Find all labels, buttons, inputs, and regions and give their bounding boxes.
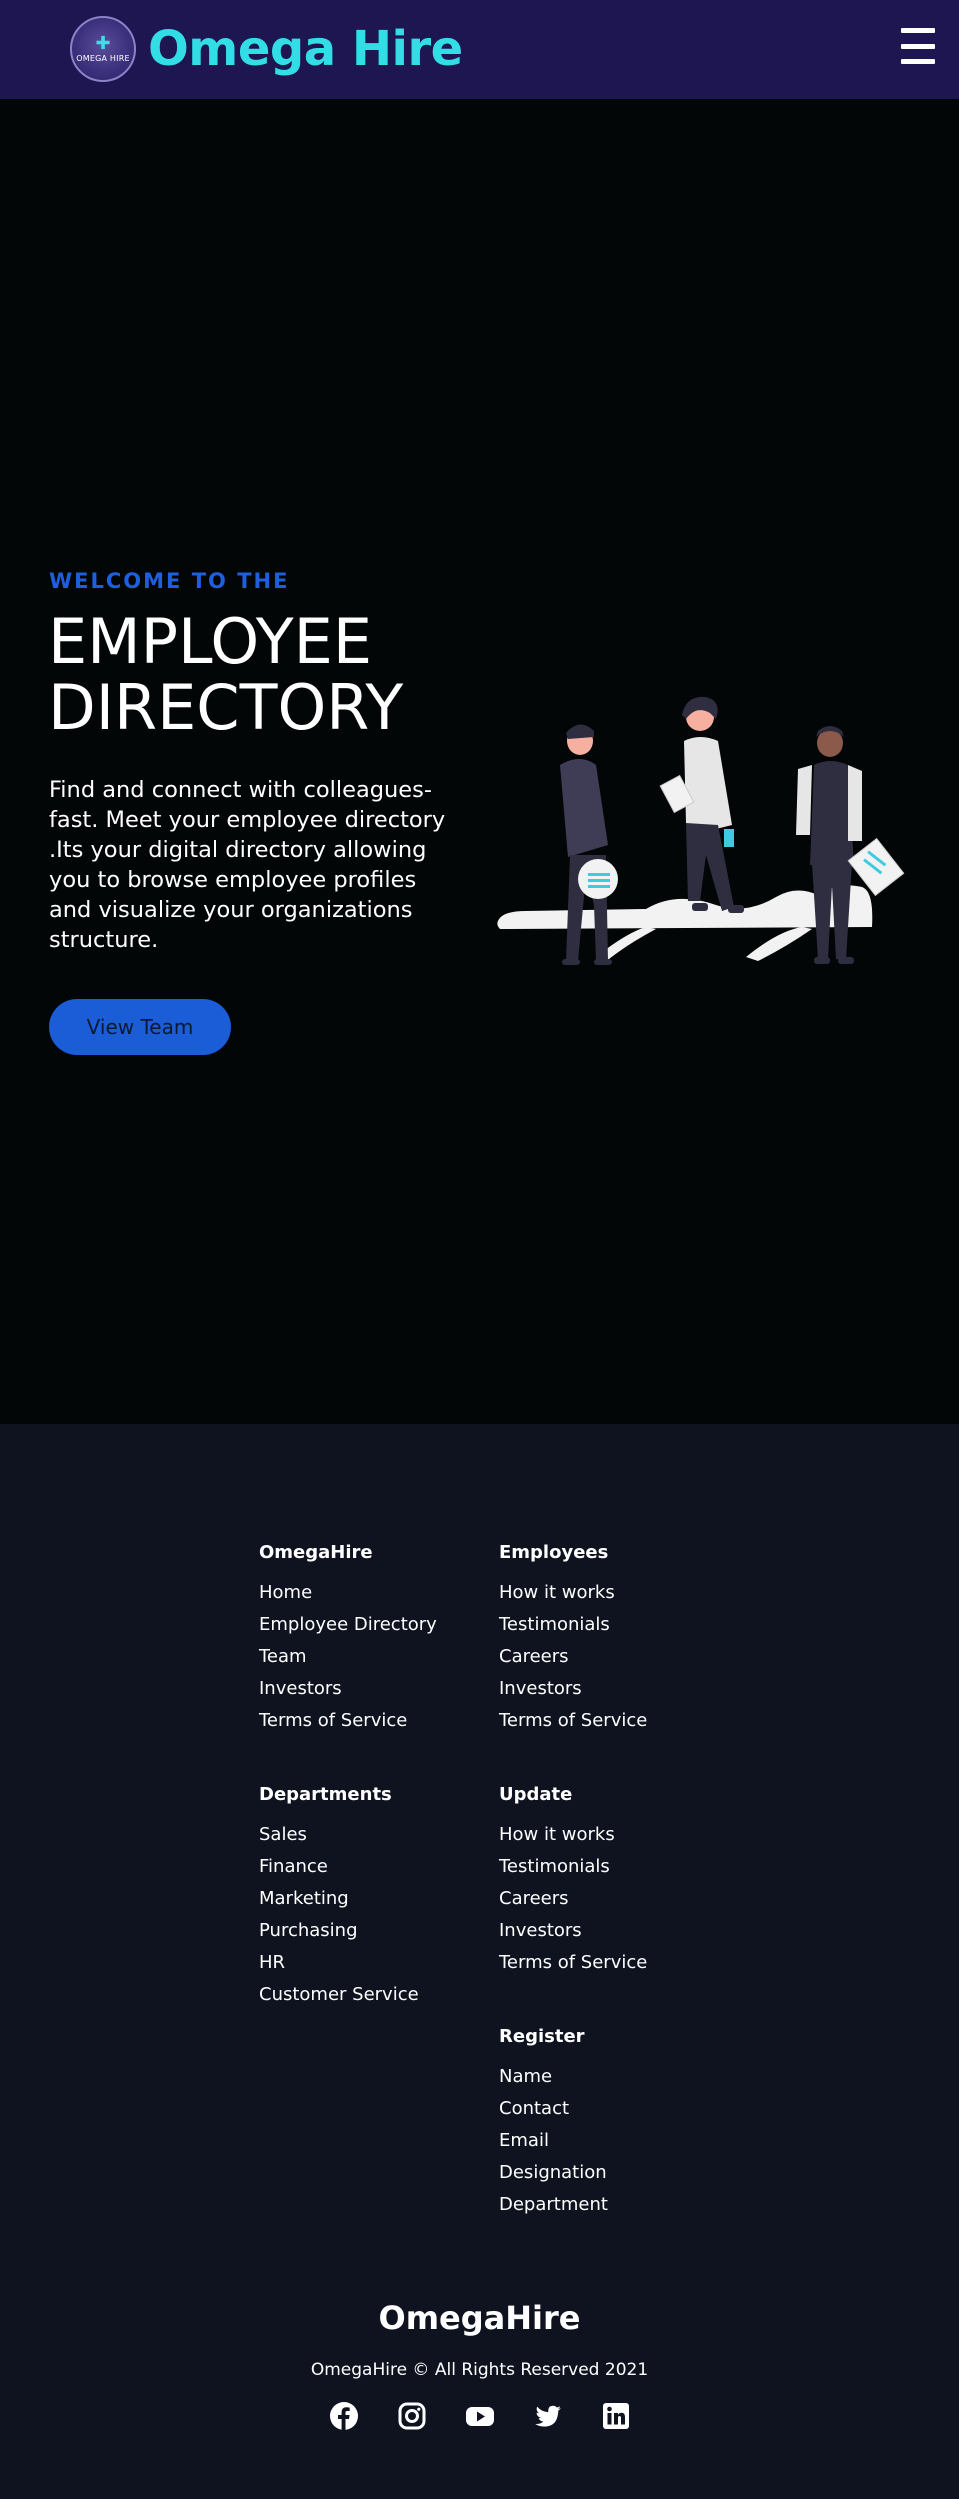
footer-column-update: Update How it works Testimonials Careers… xyxy=(499,1784,647,1979)
navbar: ✚ OMEGA HIRE Omega Hire xyxy=(0,0,959,99)
footer-link-name[interactable]: Name xyxy=(499,2061,608,2093)
hero-title-line1: EMPLOYEE xyxy=(48,605,373,678)
brand-name[interactable]: Omega Hire xyxy=(148,18,463,80)
footer-link-investors[interactable]: Investors xyxy=(259,1673,437,1705)
footer-brand: OmegaHire xyxy=(378,2299,581,2337)
footer-link-employee-directory[interactable]: Employee Directory xyxy=(259,1609,437,1641)
footer-link-finance[interactable]: Finance xyxy=(259,1851,419,1883)
footer-link-terms[interactable]: Terms of Service xyxy=(499,1947,647,1979)
team-illustration xyxy=(497,696,905,965)
footer-link-how-it-works[interactable]: How it works xyxy=(499,1577,647,1609)
linkedin-icon[interactable] xyxy=(601,2401,631,2431)
footer-column-departments: Departments Sales Finance Marketing Purc… xyxy=(259,1784,419,2011)
footer-link-terms[interactable]: Terms of Service xyxy=(259,1705,437,1737)
hero-title-line2: DIRECTORY xyxy=(48,671,404,744)
footer-link-department[interactable]: Department xyxy=(499,2189,608,2221)
footer-column-title: Register xyxy=(499,2026,585,2047)
footer-link-designation[interactable]: Designation xyxy=(499,2157,608,2189)
instagram-icon[interactable] xyxy=(397,2401,427,2431)
footer: OmegaHire Home Employee Directory Team I… xyxy=(0,1424,959,2499)
logo-badge-text: OMEGA HIRE xyxy=(76,53,130,63)
footer-link-team[interactable]: Team xyxy=(259,1641,437,1673)
footer-link-how-it-works[interactable]: How it works xyxy=(499,1819,647,1851)
footer-link-email[interactable]: Email xyxy=(499,2125,608,2157)
facebook-icon[interactable] xyxy=(329,2401,359,2431)
footer-link-contact[interactable]: Contact xyxy=(499,2093,608,2125)
view-team-button[interactable]: View Team xyxy=(49,999,231,1055)
footer-link-home[interactable]: Home xyxy=(259,1577,437,1609)
logo-cross-icon: ✚ xyxy=(95,32,111,54)
copyright-text: OmegaHire © All Rights Reserved 2021 xyxy=(310,2360,649,2380)
footer-link-testimonials[interactable]: Testimonials xyxy=(499,1851,647,1883)
hero-eyebrow: WELCOME TO THE xyxy=(49,569,290,593)
hero-description: Find and connect with colleagues-fast. M… xyxy=(49,777,446,953)
hero-section: WELCOME TO THE EMPLOYEE DIRECTORY Find a… xyxy=(0,99,959,1424)
twitter-icon[interactable] xyxy=(533,2401,563,2431)
footer-link-testimonials[interactable]: Testimonials xyxy=(499,1609,647,1641)
footer-link-sales[interactable]: Sales xyxy=(259,1819,419,1851)
footer-link-marketing[interactable]: Marketing xyxy=(259,1883,419,1915)
footer-link-careers[interactable]: Careers xyxy=(499,1641,647,1673)
footer-column-title: Employees xyxy=(499,1542,609,1563)
footer-link-terms[interactable]: Terms of Service xyxy=(499,1705,647,1737)
logo-badge[interactable]: ✚ OMEGA HIRE xyxy=(70,16,136,82)
footer-link-investors[interactable]: Investors xyxy=(499,1673,647,1705)
social-links xyxy=(329,2401,631,2431)
footer-column-title: OmegaHire xyxy=(259,1542,373,1563)
footer-link-purchasing[interactable]: Purchasing xyxy=(259,1915,419,1947)
hero-title: EMPLOYEE DIRECTORY xyxy=(48,609,498,741)
youtube-icon[interactable] xyxy=(465,2401,495,2431)
footer-column-title: Departments xyxy=(259,1784,392,1805)
footer-column-register: Register Name Contact Email Designation … xyxy=(499,2026,608,2221)
footer-column-omegahire: OmegaHire Home Employee Directory Team I… xyxy=(259,1542,437,1737)
hamburger-menu-icon[interactable] xyxy=(901,28,935,64)
footer-link-customer-service[interactable]: Customer Service xyxy=(259,1979,419,2011)
footer-column-employees: Employees How it works Testimonials Care… xyxy=(499,1542,647,1737)
footer-link-careers[interactable]: Careers xyxy=(499,1883,647,1915)
footer-link-hr[interactable]: HR xyxy=(259,1947,419,1979)
footer-column-title: Update xyxy=(499,1784,573,1805)
footer-link-investors[interactable]: Investors xyxy=(499,1915,647,1947)
